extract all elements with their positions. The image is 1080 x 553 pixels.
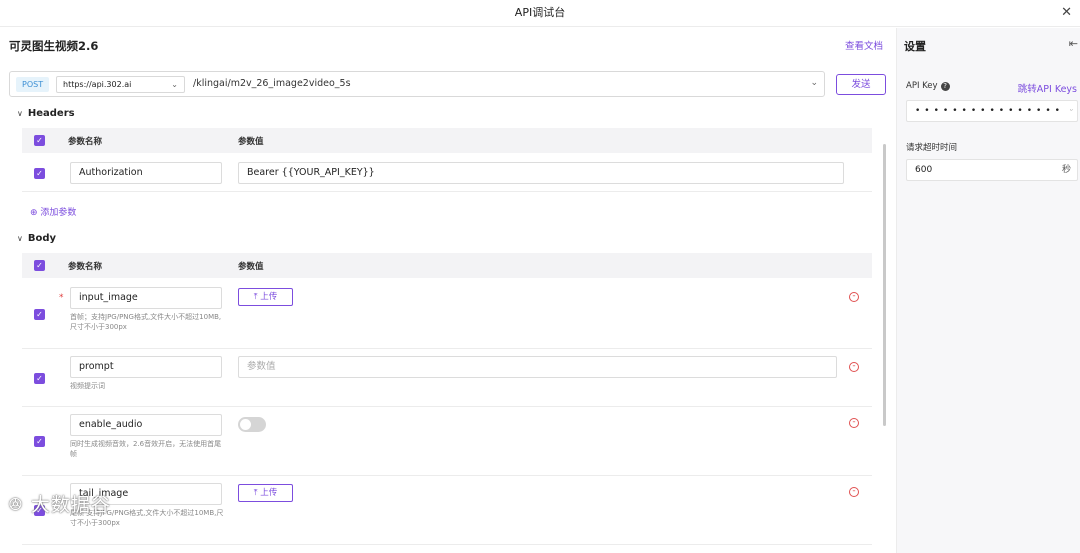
headers-section-toggle[interactable]: ∨ Headers <box>17 108 75 119</box>
window-titlebar: API调试台 ✕ <box>0 0 1080 27</box>
upload-button[interactable]: ⤒ 上传 <box>238 288 293 306</box>
window-title: API调试台 <box>514 6 566 19</box>
param-name-input[interactable]: enable_audio <box>70 414 222 436</box>
api-key-label-row: API Key? <box>906 81 950 91</box>
upload-icon: ⤒ <box>253 488 258 498</box>
host-value: https://api.302.ai <box>63 80 132 89</box>
divider <box>22 475 872 476</box>
header-name-input[interactable]: Authorization <box>70 162 222 184</box>
body-table-header: ✓ 参数名称 参数值 <box>22 253 872 278</box>
url-bar: POST https://api.302.ai ⌄ /klingai/m2v_2… <box>9 71 825 97</box>
col-name-header: 参数名称 <box>68 137 103 147</box>
path-input[interactable]: /klingai/m2v_26_image2video_5s <box>193 78 351 89</box>
timeout-value: 600 <box>915 165 933 175</box>
api-key-value: •••••••••••••••• <box>915 106 1064 116</box>
headers-label: Headers <box>27 108 75 119</box>
divider <box>22 348 872 349</box>
view-docs-link[interactable]: 查看文档 <box>845 38 883 52</box>
row-checkbox[interactable]: ✓ <box>34 168 45 179</box>
param-hint: 视频提示词 <box>70 382 105 390</box>
upload-button[interactable]: ⤒ 上传 <box>238 484 293 502</box>
collapse-panel-icon[interactable]: ⇤ <box>1069 37 1078 50</box>
remove-row-icon[interactable]: - <box>849 418 859 428</box>
help-icon[interactable]: ? <box>940 82 950 91</box>
caret-down-icon: ∨ <box>17 234 23 243</box>
request-panel: 可灵图生视频2.6 查看文档 POST https://api.302.ai ⌄… <box>0 28 895 553</box>
row-checkbox[interactable]: ✓ <box>34 436 45 447</box>
row-checkbox[interactable]: ✓ <box>34 309 45 320</box>
col-name-header: 参数名称 <box>68 262 103 272</box>
send-button[interactable]: 发送 <box>836 74 886 95</box>
host-select[interactable]: https://api.302.ai ⌄ <box>56 76 185 93</box>
add-param-label: 添加参数 <box>40 208 77 218</box>
timeout-label: 请求超时时间 <box>906 143 958 153</box>
eye-off-icon[interactable]: ᵕ <box>1070 101 1073 121</box>
body-section-toggle[interactable]: ∨ Body <box>17 233 56 244</box>
close-icon[interactable]: ✕ <box>1061 0 1072 26</box>
api-keys-link[interactable]: 跳转API Keys <box>1018 81 1077 95</box>
param-value-input[interactable]: 参数值 <box>238 356 837 378</box>
plus-circle-icon: ⊕ <box>30 208 38 218</box>
chat-bubble-icon: ꔮ <box>8 494 24 516</box>
param-hint: 同时生成视频音效，2.6音效开启，无法使用首尾帧 <box>70 440 222 458</box>
add-param-button[interactable]: ⊕ 添加参数 <box>30 205 76 218</box>
scrollbar[interactable] <box>883 144 886 426</box>
body-label: Body <box>27 233 57 244</box>
divider <box>22 406 872 407</box>
header-value-input[interactable]: Bearer {{YOUR_API_KEY}} <box>238 162 844 184</box>
headers-table-header: ✓ 参数名称 参数值 <box>22 128 872 153</box>
page-title: 可灵图生视频2.6 <box>9 39 99 53</box>
upload-label: 上传 <box>260 292 278 302</box>
settings-title: 设置 <box>904 40 926 53</box>
select-all-checkbox[interactable]: ✓ <box>34 260 45 271</box>
watermark-text: 大数据谷 <box>30 494 111 516</box>
col-value-header: 参数值 <box>238 137 264 147</box>
api-key-label: API Key <box>906 81 938 91</box>
row-checkbox[interactable]: ✓ <box>34 373 45 384</box>
param-name-input[interactable]: input_image <box>70 287 222 309</box>
upload-label: 上传 <box>260 488 278 498</box>
chevron-down-icon: ⌄ <box>171 80 178 89</box>
param-hint: 首帧；支持JPG/PNG格式,文件大小不超过10MB,尺寸不小于300px <box>70 313 222 331</box>
required-mark: * <box>59 293 64 303</box>
method-badge: POST <box>16 77 50 92</box>
divider <box>22 191 872 192</box>
timeout-unit: 秒 <box>1061 165 1071 175</box>
col-value-header: 参数值 <box>238 262 264 272</box>
divider <box>22 544 872 545</box>
watermark: ꔮ 大数据谷 <box>8 490 111 517</box>
remove-row-icon[interactable]: - <box>849 292 859 302</box>
select-all-checkbox[interactable]: ✓ <box>34 135 45 146</box>
settings-panel: 设置 ⇤ API Key? 跳转API Keys •••••••••••••••… <box>896 28 1080 553</box>
api-key-input[interactable]: •••••••••••••••• ᵕ <box>906 100 1078 122</box>
audio-toggle[interactable] <box>238 417 266 432</box>
param-name-input[interactable]: prompt <box>70 356 222 378</box>
timeout-input[interactable]: 600 秒 <box>906 159 1078 181</box>
remove-row-icon[interactable]: - <box>849 487 859 497</box>
chevron-down-icon[interactable]: ⌄ <box>810 78 818 88</box>
caret-down-icon: ∨ <box>17 109 23 118</box>
upload-icon: ⤒ <box>253 292 258 302</box>
remove-row-icon[interactable]: - <box>849 362 859 372</box>
toggle-knob <box>240 419 251 430</box>
